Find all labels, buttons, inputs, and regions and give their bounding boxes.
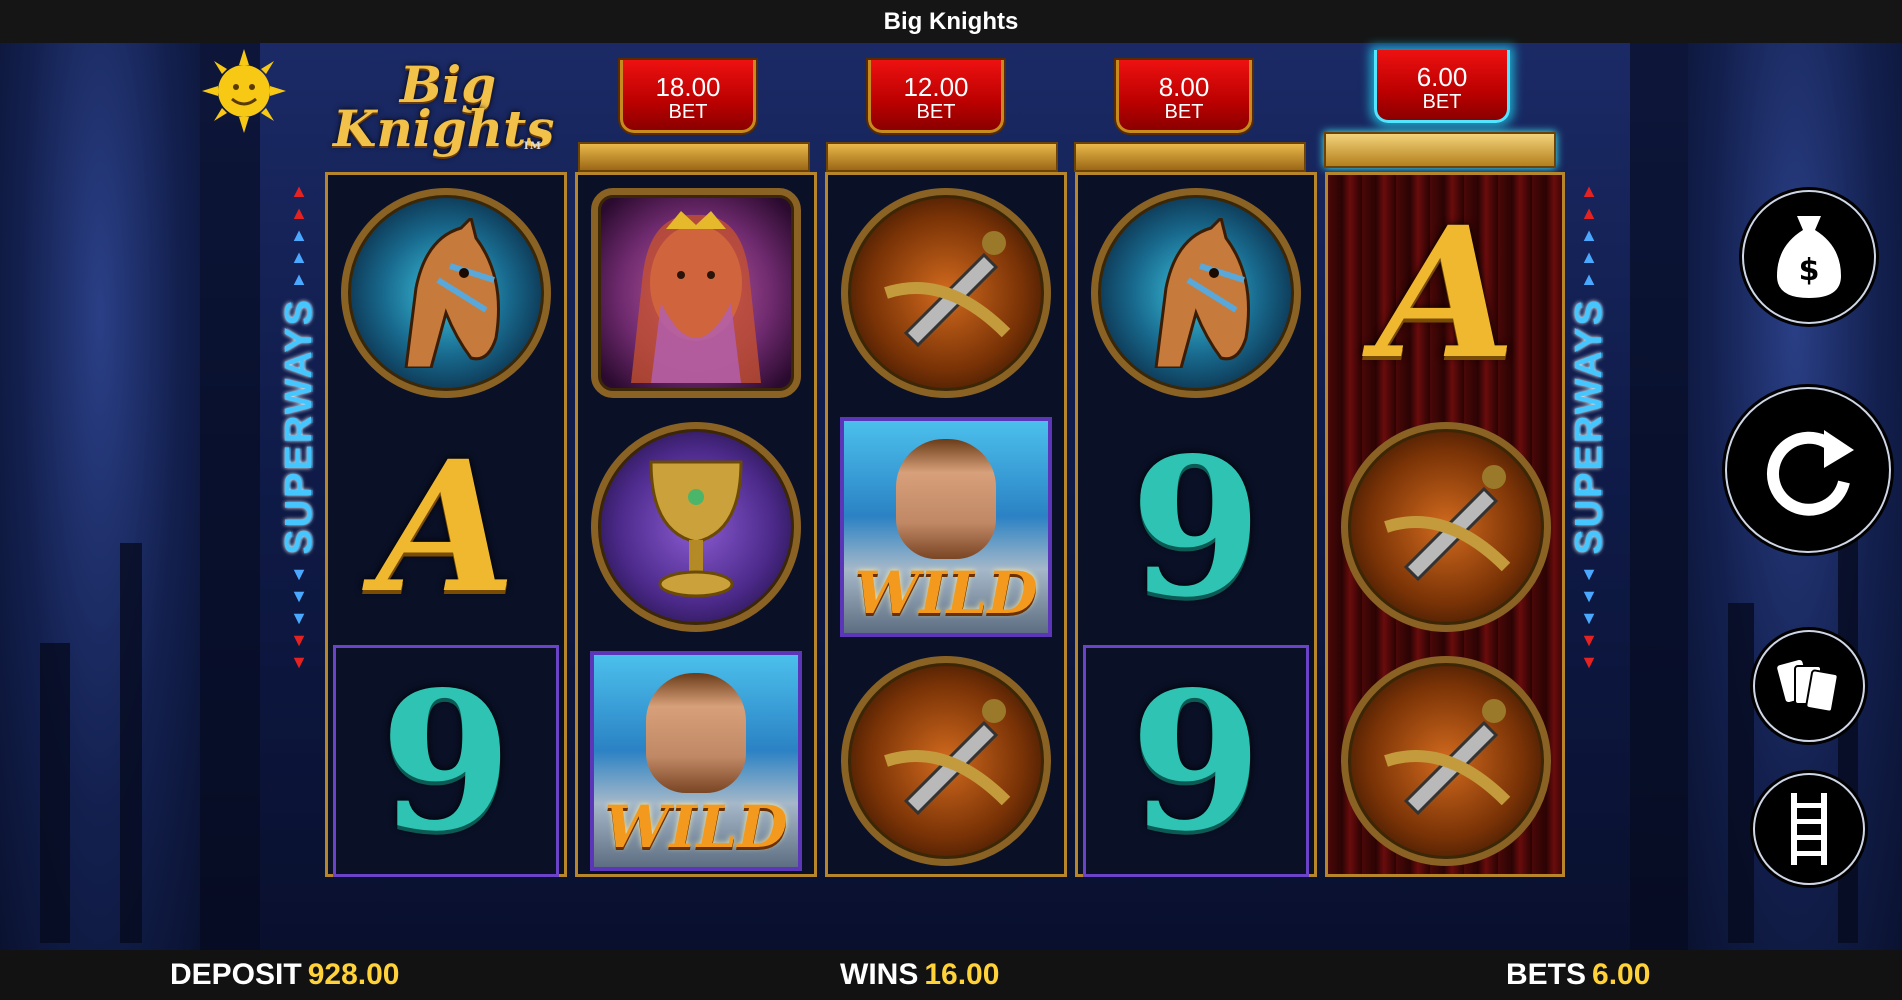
reel-5: A <box>1325 172 1565 877</box>
horse-symbol <box>1083 177 1309 409</box>
sword-symbol <box>833 645 1059 877</box>
sword-icon <box>884 699 1011 816</box>
bet-label: BET <box>1422 91 1462 113</box>
spin-icon <box>1766 430 1854 516</box>
lady-icon <box>631 211 761 383</box>
lady-symbol <box>583 177 809 409</box>
cashout-button[interactable]: $ <box>1742 190 1876 324</box>
bet-value: 8.00 <box>1158 72 1210 102</box>
superways-left: ▲ ▲ ▲ ▲ ▲ SUPERWAYS ▼ ▼ ▼ ▼ ▼ <box>277 181 320 672</box>
sword-icon <box>1384 699 1511 816</box>
wins-display: WINS 16.00 <box>840 958 999 992</box>
ladder-icon <box>1791 793 1827 865</box>
letter-a-symbol: A <box>376 421 516 633</box>
nine-symbol: 9 <box>333 645 559 877</box>
wild-symbol: WILD <box>833 411 1059 643</box>
bet-banner-3[interactable]: 8.00 BET <box>1116 60 1252 133</box>
status-bar: DEPOSIT 928.00 WINS 16.00 BETS 6.00 <box>0 950 1902 1000</box>
sun-logo-icon <box>202 49 286 133</box>
ladder-button[interactable] <box>1753 773 1865 885</box>
horse-symbol <box>333 177 559 409</box>
money-bag-icon: $ <box>1777 216 1841 298</box>
knight-face-icon <box>896 439 996 559</box>
bet-label: BET <box>1164 101 1204 123</box>
horse-icon <box>1154 218 1250 368</box>
bet-value: 12.00 <box>903 72 969 102</box>
bet-banner-2[interactable]: 12.00 BET <box>868 60 1004 133</box>
bet-bar-2 <box>826 142 1058 172</box>
sword-icon <box>884 231 1011 348</box>
bets-label: BETS <box>1506 958 1587 991</box>
reel-3: WILD <box>825 172 1067 877</box>
horse-icon <box>404 218 500 368</box>
reel-1: A 9 <box>325 172 567 877</box>
gamble-button[interactable] <box>1753 630 1865 742</box>
reel-4: 9 9 <box>1075 172 1317 877</box>
nine-symbol: 9 <box>1129 415 1263 639</box>
bet-bar-3 <box>1074 142 1306 172</box>
bet-banner-4[interactable]: 6.00 BET <box>1374 50 1510 123</box>
game-logo: Big Knights TM <box>333 60 555 170</box>
letter-a-symbol: A <box>1376 187 1516 399</box>
wins-label: WINS <box>840 958 919 991</box>
superways-label-left: SUPERWAYS <box>277 298 320 555</box>
bet-value: 18.00 <box>655 72 721 102</box>
wins-value: 16.00 <box>924 958 1000 991</box>
cards-icon <box>1777 659 1839 713</box>
spin-button[interactable] <box>1725 387 1891 553</box>
bet-label: BET <box>668 101 708 123</box>
sword-symbol <box>1333 411 1559 643</box>
svg-text:$: $ <box>1799 253 1820 288</box>
deposit-value: 928.00 <box>307 958 400 991</box>
bet-bar-4 <box>1324 132 1556 168</box>
logo-line-2: Knights <box>333 99 555 158</box>
bet-value: 6.00 <box>1416 62 1468 92</box>
bet-label: BET <box>916 101 956 123</box>
left-background <box>0 43 200 950</box>
nine-symbol: 9 <box>1083 645 1309 877</box>
knight-face-icon <box>646 673 746 793</box>
wild-symbol: WILD <box>583 645 809 877</box>
superways-label-right: SUPERWAYS <box>1567 298 1610 555</box>
sword-icon <box>1384 465 1511 582</box>
goblet-icon <box>649 460 743 598</box>
bets-display: BETS 6.00 <box>1506 958 1650 992</box>
superways-right: ▲ ▲ ▲ ▲ ▲ SUPERWAYS ▼ ▼ ▼ ▼ ▼ <box>1567 181 1610 672</box>
deposit-display: DEPOSIT 928.00 <box>170 958 399 992</box>
bet-bar-1 <box>578 142 810 172</box>
logo-trademark: TM <box>522 141 541 152</box>
bets-value: 6.00 <box>1592 958 1651 991</box>
sword-symbol <box>833 177 1059 409</box>
sword-symbol <box>1333 645 1559 877</box>
goblet-symbol <box>583 411 809 643</box>
window-title: Big Knights <box>0 0 1902 43</box>
reel-2: WILD <box>575 172 817 877</box>
bet-banner-1[interactable]: 18.00 BET <box>620 60 756 133</box>
deposit-label: DEPOSIT <box>170 958 302 991</box>
